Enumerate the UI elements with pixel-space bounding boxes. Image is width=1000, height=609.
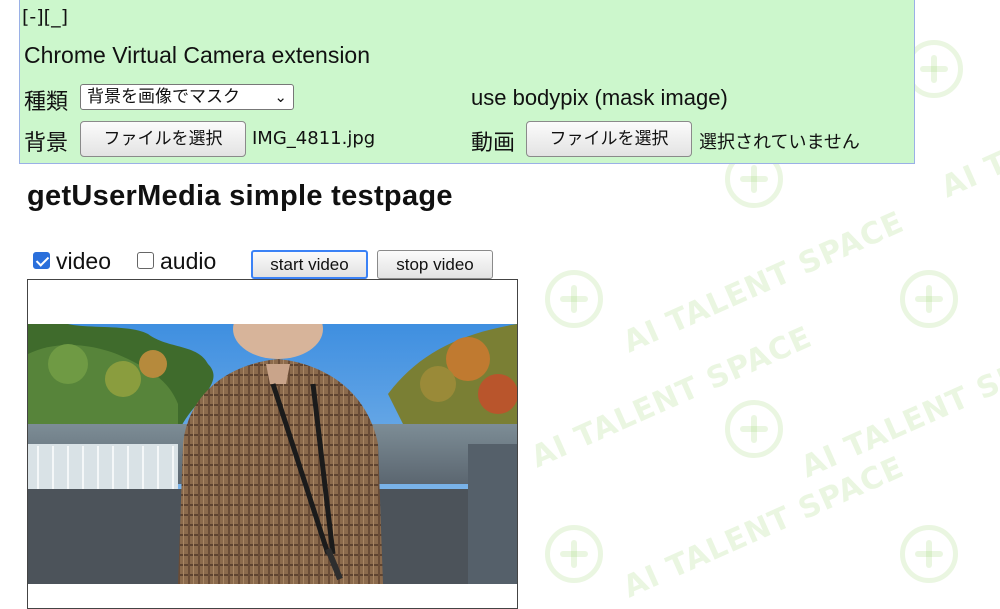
watermark-text: AI TALENT SPACE [795,329,1000,486]
page-title: getUserMedia simple testpage [27,180,453,212]
audio-checkbox[interactable] [137,252,154,269]
watermark-text: AI TALENT SPACE [617,449,910,600]
watermark-text: AI TALENT SPACE [935,50,1000,206]
watermark-text: AI TALENT SPACE [617,204,910,361]
collapse-toggle[interactable]: [-][_] [22,6,68,28]
type-select[interactable]: 背景を画像でマスク ⌄ [80,84,294,110]
background-label: 背景 [24,131,69,156]
background-file-button[interactable]: ファイルを選択 [80,121,246,157]
camera-feed-image [28,324,517,584]
watermark-logo-icon [545,525,603,583]
watermark-logo-icon [900,525,958,583]
start-video-button[interactable]: start video [251,250,368,279]
watermark-logo-icon [900,270,958,328]
mode-info: use bodypix (mask image) [471,85,728,110]
type-label: 種類 [24,90,69,115]
watermark-text: AI TALENT SPACE [525,319,818,476]
video-file-label: 動画 [471,131,516,156]
video-preview [27,279,518,609]
video-file-name: 選択されていません [699,132,860,153]
video-checkbox[interactable] [33,252,50,269]
type-select-value: 背景を画像でマスク [87,87,240,107]
watermark-logo-icon [725,400,783,458]
extension-title: Chrome Virtual Camera extension [24,42,371,68]
video-file-button[interactable]: ファイルを選択 [526,121,692,157]
extension-panel: [-][_] Chrome Virtual Camera extension 種… [19,0,915,164]
watermark-logo-icon [545,270,603,328]
video-checkbox-label[interactable]: video [56,248,111,275]
background-file-name: IMG_4811.jpg [252,128,376,149]
chevron-down-icon: ⌄ [274,88,287,106]
stop-video-button[interactable]: stop video [377,250,493,279]
audio-checkbox-label[interactable]: audio [160,248,216,275]
